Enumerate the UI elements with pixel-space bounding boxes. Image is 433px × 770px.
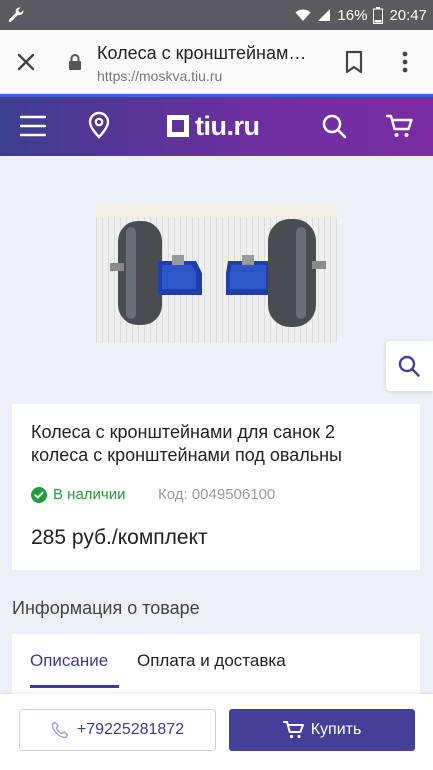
info-tabs: Описание Оплата и доставка [12, 634, 420, 694]
site-logo[interactable]: tiu.ru [167, 111, 260, 141]
phone-number: +79225281872 [76, 721, 185, 738]
lock-icon [69, 54, 81, 70]
logo-text: tiu.ru [195, 110, 260, 141]
section-title: Информация о товаре [12, 598, 200, 618]
availability-status: В наличии [31, 486, 126, 503]
check-circle-icon [31, 486, 47, 503]
status-bar: 16% 20:47 [0, 0, 433, 30]
signal-icon [318, 9, 331, 21]
product-code: Код: 0049506100 [158, 486, 276, 503]
battery-icon [373, 6, 384, 24]
call-button[interactable]: +79225281872 [19, 709, 216, 751]
wifi-icon [295, 9, 311, 21]
product-title: Колеса с кронштейнами для санок 2 колеса… [31, 421, 403, 467]
title-fade [364, 444, 404, 468]
page-title[interactable]: Колеса с кронштейнами для санок 2 колеса… [97, 43, 312, 64]
product-image[interactable] [96, 205, 337, 343]
product-card: Колеса с кронштейнами для санок 2 колеса… [12, 404, 420, 570]
bookmark-icon[interactable] [343, 50, 365, 74]
browser-toolbar: Колеса с кронштейнами для санок 2 колеса… [0, 30, 433, 94]
availability-label: В наличии [53, 486, 126, 503]
battery-percent: 16% [337, 6, 368, 24]
wheels-illustration [96, 205, 337, 343]
page-url[interactable]: https://moskva.tiu.ru [97, 68, 222, 84]
tab-description[interactable]: Описание [30, 651, 108, 671]
floating-search-button[interactable] [386, 341, 433, 391]
clock: 20:47 [389, 6, 427, 24]
tab-payment-delivery[interactable]: Оплата и доставка [137, 651, 286, 671]
product-title-line-2: колеса с кронштейнами под овальны [31, 445, 342, 465]
more-options-icon[interactable] [397, 50, 413, 74]
search-icon[interactable] [321, 113, 347, 139]
bottom-action-bar: +79225281872 Купить [0, 694, 433, 770]
cart-icon[interactable] [386, 113, 414, 139]
buy-label: Купить [310, 721, 362, 738]
buy-button[interactable]: Купить [229, 709, 415, 751]
site-header: tiu.ru [0, 97, 433, 156]
active-tab-indicator [30, 685, 119, 688]
cart-icon [282, 721, 304, 739]
menu-icon[interactable] [20, 114, 46, 138]
phone-icon [51, 721, 69, 739]
wrench-icon [8, 7, 24, 23]
product-price: 285 руб./комплект [31, 526, 208, 549]
close-icon[interactable] [14, 50, 38, 74]
search-icon [398, 355, 420, 377]
product-title-line-1: Колеса с кронштейнами для санок 2 [31, 422, 335, 442]
location-icon[interactable] [87, 111, 111, 139]
logo-mark [167, 115, 189, 137]
